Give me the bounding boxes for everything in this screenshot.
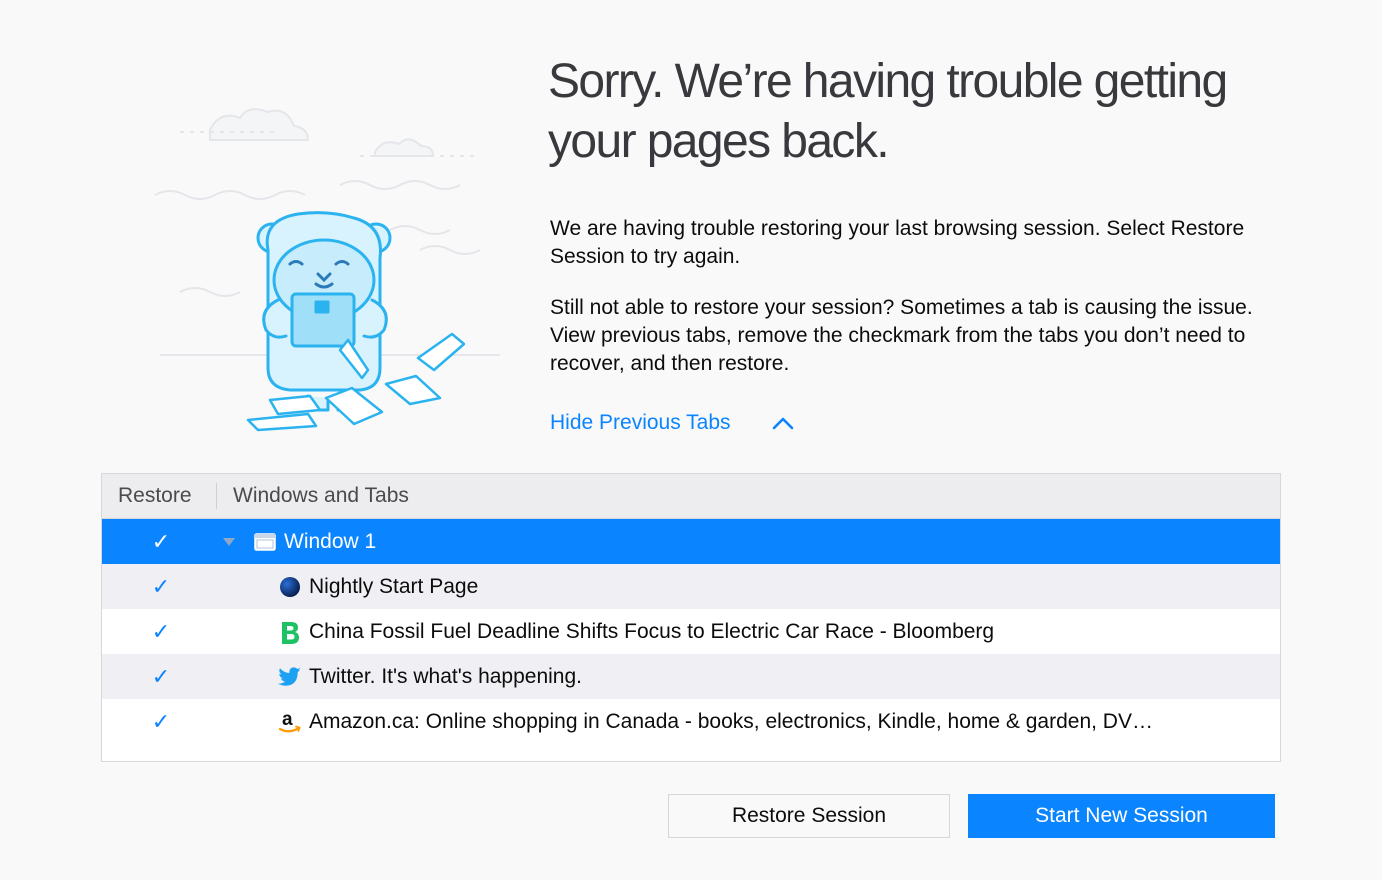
tree-row-tab[interactable]: ✓ Nightly Start Page — [102, 564, 1280, 609]
tab-title: Amazon.ca: Online shopping in Canada - b… — [309, 709, 1153, 733]
tree-row-tab[interactable]: ✓ Twitter. It's what's happening. — [102, 654, 1280, 699]
tree-header: Restore Windows and Tabs — [102, 474, 1280, 519]
bloomberg-b-icon — [278, 620, 302, 644]
page-title: Sorry. We’re having trouble getting your… — [548, 55, 1228, 168]
restore-checkbox[interactable]: ✓ — [149, 619, 173, 644]
restore-checkbox[interactable]: ✓ — [149, 529, 173, 554]
restore-checkbox[interactable]: ✓ — [149, 709, 173, 734]
amazon-a-icon: a — [278, 709, 302, 734]
restore-checkbox[interactable]: ✓ — [149, 574, 173, 599]
hide-previous-tabs-link[interactable]: Hide Previous Tabs — [550, 409, 795, 437]
hide-previous-tabs-label: Hide Previous Tabs — [550, 411, 731, 434]
chevron-up-icon — [771, 411, 795, 435]
tab-title: Twitter. It's what's happening. — [309, 664, 582, 688]
svg-text:a: a — [282, 709, 293, 730]
window-icon — [254, 532, 276, 551]
twitter-bird-icon — [278, 665, 302, 689]
expand-triangle-icon[interactable] — [221, 534, 237, 550]
window-title: Window 1 — [284, 529, 377, 553]
nightly-globe-icon — [278, 575, 302, 599]
start-new-session-button[interactable]: Start New Session — [968, 794, 1275, 838]
tabs-tree[interactable]: Restore Windows and Tabs ✓ Window 1 ✓ Ni… — [101, 473, 1281, 762]
intro-text: We are having trouble restoring your las… — [550, 217, 1245, 268]
tab-title: Nightly Start Page — [309, 574, 479, 598]
bear-illustration — [154, 108, 500, 432]
tab-title: China Fossil Fuel Deadline Shifts Focus … — [309, 619, 995, 643]
tree-row-tab[interactable]: ✓ China Fossil Fuel Deadline Shifts Focu… — [102, 609, 1280, 654]
column-header-windows-and-tabs[interactable]: Windows and Tabs — [217, 483, 409, 509]
session-restore-page: Sorry. We’re having trouble getting your… — [0, 0, 1382, 880]
column-header-restore[interactable]: Restore — [102, 483, 217, 509]
tree-row-window-1[interactable]: ✓ Window 1 — [102, 519, 1280, 564]
restore-session-button[interactable]: Restore Session — [668, 794, 950, 838]
help-text: Still not able to restore your session? … — [550, 296, 1253, 375]
tree-row-tab[interactable]: ✓ a Amazon.ca: Online shopping in Canada… — [102, 699, 1280, 744]
restore-checkbox[interactable]: ✓ — [149, 664, 173, 689]
